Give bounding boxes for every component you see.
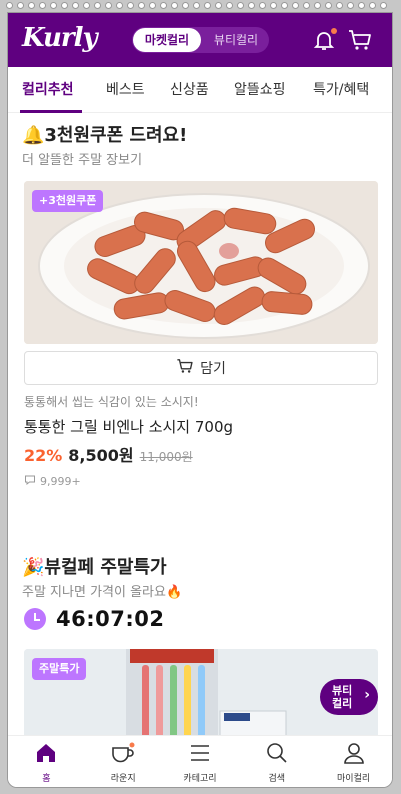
fab-label-line2: 컬리 — [332, 697, 353, 710]
add-to-cart-button[interactable]: 담기 — [24, 351, 378, 385]
tab-best[interactable]: 베스트 — [106, 67, 145, 113]
weekend-deal-badge: 주말특가 — [32, 658, 87, 680]
cup-icon — [111, 742, 135, 767]
toggle-market-kurly[interactable]: 마켓컬리 — [133, 28, 201, 52]
category-tabs: 컬리추천 베스트 신상품 알뜰쇼핑 특가/혜택 — [8, 67, 392, 113]
screenshot-frame: Kurly 마켓컬리 뷰티컬리 컬리추천 베스트 신상품 알뜰쇼핑 특가/혜택 … — [0, 0, 401, 794]
nav-lounge[interactable]: 라운지 — [85, 736, 162, 787]
tab-special[interactable]: 특가/혜택 — [313, 67, 369, 113]
nav-search-label: 검색 — [268, 773, 286, 784]
user-icon — [343, 742, 365, 767]
kurly-logo[interactable]: Kurly — [22, 23, 98, 53]
search-icon — [266, 742, 288, 767]
nav-category-label: 카테고리 — [183, 773, 217, 784]
app-screen: Kurly 마켓컬리 뷰티컬리 컬리추천 베스트 신상품 알뜰쇼핑 특가/혜택 … — [7, 12, 393, 788]
review-count: 9,999+ — [24, 474, 81, 489]
nav-my-kurly-label: 마이컬리 — [337, 773, 371, 784]
top-header: Kurly 마켓컬리 뷰티컬리 — [8, 13, 392, 67]
bell-icon[interactable] — [312, 28, 337, 52]
nav-category[interactable]: 카테고리 — [162, 736, 239, 787]
original-price: 11,000원 — [139, 450, 193, 464]
nav-home-label: 홈 — [42, 773, 51, 784]
nav-home[interactable]: 홈 — [8, 736, 85, 787]
cart-icon-small — [176, 357, 194, 379]
nav-search[interactable]: 검색 — [238, 736, 315, 787]
beauty-kurly-floating-button[interactable]: 뷰티 컬리 › — [320, 679, 378, 715]
section-subtitle-weekend: 주말 지나면 가격이 올라요🔥 — [22, 585, 183, 600]
service-toggle[interactable]: 마켓컬리 뷰티컬리 — [132, 27, 269, 53]
sale-price: 8,500원 — [68, 446, 134, 465]
clock-icon — [24, 608, 46, 630]
comment-icon — [24, 474, 36, 489]
nav-lounge-label: 라운지 — [110, 773, 136, 784]
toggle-beauty-kurly[interactable]: 뷰티컬리 — [204, 28, 268, 52]
review-count-value: 9,999+ — [40, 475, 81, 488]
fab-label-line1: 뷰티 — [332, 684, 353, 697]
coupon-badge: +3천원쿠폰 — [32, 190, 104, 212]
chevron-right-icon: › — [364, 687, 370, 703]
product-name[interactable]: 통통한 그릴 비엔나 소시지 700g — [24, 416, 233, 437]
nav-my-kurly[interactable]: 마이컬리 — [315, 736, 392, 787]
tab-new[interactable]: 신상품 — [170, 67, 209, 113]
notification-dot — [331, 28, 337, 34]
bottom-navigation: 홈 라운지 카테고리 검색 마이컬리 — [8, 735, 392, 787]
section-title-weekend: 🎉뷰컬페 주말특가 — [22, 557, 167, 578]
discount-rate: 22% — [24, 446, 63, 465]
cart-icon[interactable] — [347, 27, 373, 53]
add-to-cart-label: 담기 — [200, 361, 226, 377]
active-tab-indicator — [20, 110, 82, 113]
section-title-coupon: 🔔3천원쿠폰 드려요! — [22, 125, 188, 146]
tab-bargain[interactable]: 알뜰쇼핑 — [234, 67, 286, 113]
home-icon — [35, 742, 57, 767]
price-row: 22% 8,500원 11,000원 — [24, 442, 193, 466]
menu-icon — [189, 742, 211, 767]
countdown-timer: 46:07:02 — [24, 607, 164, 631]
binder-holes — [6, 2, 395, 12]
tab-kurly-recommend[interactable]: 컬리추천 — [22, 67, 74, 113]
product-description: 통통해서 씹는 식감이 있는 소시지! — [24, 395, 199, 409]
section-subtitle-coupon: 더 알뜰한 주말 장보기 — [22, 153, 143, 168]
product-image-sausage[interactable]: +3천원쿠폰 — [24, 181, 378, 344]
countdown-value: 46:07:02 — [56, 607, 165, 631]
